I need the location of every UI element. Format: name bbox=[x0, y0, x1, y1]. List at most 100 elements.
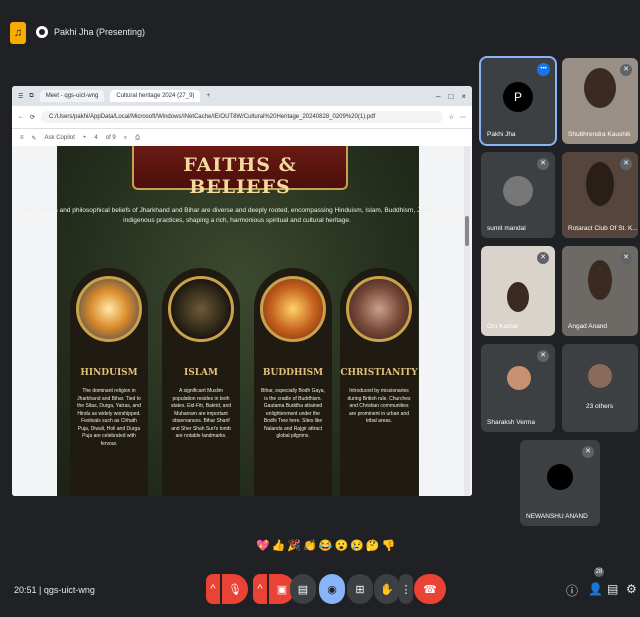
app-logo-icon: ♫ bbox=[10, 22, 26, 44]
others-count: 23 others bbox=[586, 403, 614, 410]
card-title: ISLAM bbox=[184, 368, 218, 378]
shared-screen: ☰ ⧉ Meet - qgs-uict-wng Cultural heritag… bbox=[12, 86, 472, 496]
more-options-button[interactable]: ⋮ bbox=[399, 574, 413, 604]
save-icon[interactable]: ⎙ bbox=[135, 135, 140, 142]
browser-menu-icon[interactable]: ☰ bbox=[18, 93, 23, 100]
page-count: of 9 bbox=[105, 135, 116, 141]
clap-reaction-icon[interactable]: 👏 bbox=[303, 539, 317, 552]
screen-share-button[interactable]: ⊞ bbox=[347, 574, 373, 604]
om-icon bbox=[76, 276, 142, 342]
video-feed bbox=[586, 162, 614, 206]
participant-name: sumit mandal bbox=[487, 225, 526, 232]
thinking-reaction-icon[interactable]: 🤔 bbox=[366, 539, 380, 552]
participant-name: Sharaksh Verma bbox=[487, 419, 536, 426]
camera-options-chevron[interactable]: ^ bbox=[253, 574, 267, 604]
thumbs-up-reaction-icon[interactable]: 👍 bbox=[272, 539, 286, 552]
browser-tab-strip: ☰ ⧉ Meet - qgs-uict-wng Cultural heritag… bbox=[12, 86, 472, 106]
mic-off-icon: ✕ bbox=[582, 446, 594, 458]
laugh-reaction-icon[interactable]: 😂 bbox=[319, 539, 333, 552]
mic-off-icon: ✕ bbox=[620, 252, 632, 264]
mosque-lamp-icon bbox=[168, 276, 234, 342]
people-icon[interactable]: 👤 bbox=[588, 582, 603, 596]
maximize-icon[interactable]: □ bbox=[448, 92, 453, 101]
mic-options-chevron[interactable]: ^ bbox=[206, 574, 220, 604]
participant-tile[interactable]: ✕ Angad Anand bbox=[562, 246, 638, 336]
surprised-reaction-icon[interactable]: 😮 bbox=[335, 539, 349, 552]
video-feed bbox=[584, 68, 616, 108]
mic-toggle-button[interactable]: 🎙 bbox=[222, 574, 248, 604]
info-icon[interactable]: ⓘ bbox=[566, 582, 578, 599]
sad-reaction-icon[interactable]: 😢 bbox=[350, 539, 364, 552]
more-options-icon[interactable]: ••• bbox=[537, 63, 550, 76]
avatar bbox=[547, 464, 573, 490]
contents-icon[interactable]: ≡ bbox=[20, 135, 24, 141]
refresh-icon[interactable]: ⟳ bbox=[30, 114, 35, 121]
cross-icon bbox=[346, 276, 412, 342]
pdf-scroll-thumb[interactable] bbox=[465, 216, 469, 246]
participant-name: Rotaract Club Of St. K... bbox=[568, 225, 638, 232]
presenting-chip[interactable]: Pakhi Jha (Presenting) bbox=[36, 24, 145, 40]
page-number-field[interactable]: 4 bbox=[94, 135, 97, 141]
separator: | bbox=[39, 585, 42, 595]
address-bar[interactable]: C:/Users/pakhi/AppData/Local/Microsoft/W… bbox=[41, 111, 443, 123]
participant-name: Angad Anand bbox=[568, 323, 608, 330]
video-feed bbox=[507, 282, 529, 312]
party-reaction-icon[interactable]: 🎉 bbox=[287, 539, 301, 552]
participant-name: Pakhi Jha bbox=[487, 131, 516, 138]
minimize-icon[interactable]: – bbox=[436, 92, 440, 101]
present-button[interactable]: ◉ bbox=[319, 574, 345, 604]
card-text: The dominant religion in Jharkhand and B… bbox=[77, 388, 141, 447]
participant-tile[interactable]: ✕ Om Kumar bbox=[481, 246, 555, 336]
participant-name: NEWANSHU ANAND bbox=[526, 513, 588, 520]
slide: FAITHS & BELIEFS The religious and philo… bbox=[21, 146, 453, 496]
participant-tile[interactable]: ✕ Shubhrendra Kaushik bbox=[562, 58, 638, 144]
clock-time: 20:51 bbox=[14, 585, 37, 595]
avatar bbox=[503, 176, 533, 206]
card-buddhism: BUDDHISM Bihar, especially Bodh Gaya, is… bbox=[254, 268, 332, 496]
participant-name: Shubhrendra Kaushik bbox=[568, 131, 631, 138]
video-feed bbox=[588, 260, 612, 300]
captions-button[interactable]: ▤ bbox=[290, 574, 316, 604]
card-hinduism: HINDUISM The dominant religion in Jharkh… bbox=[70, 268, 148, 496]
draw-icon[interactable]: ✎ bbox=[32, 135, 37, 142]
zoom-in-button[interactable]: + bbox=[83, 135, 87, 141]
browser-tab-actions-icon[interactable]: ⧉ bbox=[29, 93, 33, 100]
window-controls: – □ × bbox=[436, 92, 466, 101]
browser-tab-meet[interactable]: Meet - qgs-uict-wng bbox=[39, 90, 105, 102]
participant-tile[interactable]: ✕ NEWANSHU ANAND bbox=[520, 440, 600, 526]
back-icon[interactable]: ← bbox=[18, 114, 24, 120]
participant-tile[interactable]: 23 others bbox=[562, 344, 638, 432]
reaction-bar: 💖 👍 🎉 👏 😂 😮 😢 🤔 👎 bbox=[256, 539, 395, 552]
mic-off-icon: ✕ bbox=[537, 158, 549, 170]
presenting-label: Pakhi Jha (Presenting) bbox=[54, 27, 146, 37]
avatar bbox=[507, 366, 531, 390]
slide-intro: The religious and philosophical beliefs … bbox=[20, 207, 454, 224]
participant-tile[interactable]: P ••• Pakhi Jha bbox=[479, 56, 557, 146]
search-icon[interactable]: ⌕ bbox=[124, 135, 127, 142]
pdf-viewer: FAITHS & BELIEFS The religious and philo… bbox=[12, 146, 472, 496]
buddha-icon bbox=[260, 276, 326, 342]
card-title: HINDUISM bbox=[80, 368, 138, 378]
extensions-icon[interactable]: ⋯ bbox=[460, 114, 466, 121]
participant-name: Om Kumar bbox=[487, 323, 519, 330]
address-bar-row: ← ⟳ C:/Users/pakhi/AppData/Local/Microso… bbox=[12, 106, 472, 129]
chat-icon[interactable]: ▤ bbox=[607, 582, 618, 596]
present-icon bbox=[36, 26, 48, 38]
card-text: A significant Muslim population resides … bbox=[170, 388, 232, 439]
close-window-icon[interactable]: × bbox=[461, 92, 466, 101]
participant-tile[interactable]: ✕ sumit mandal bbox=[481, 152, 555, 238]
card-title: BUDDHISM bbox=[262, 368, 324, 378]
heart-reaction-icon[interactable]: 💖 bbox=[256, 539, 270, 552]
thumbs-down-reaction-icon[interactable]: 👎 bbox=[382, 539, 396, 552]
favorite-icon[interactable]: ☆ bbox=[449, 114, 454, 121]
ask-copilot-button[interactable]: Ask Copilot bbox=[45, 135, 75, 141]
participant-tile[interactable]: ✕ Sharaksh Verma bbox=[481, 344, 555, 432]
pdf-scrollbar[interactable] bbox=[464, 146, 470, 496]
raise-hand-button[interactable]: ✋ bbox=[374, 574, 400, 604]
browser-tab-pdf[interactable]: Cultural heritage 2024 (27_9) bbox=[110, 90, 201, 102]
participant-tile[interactable]: ✕ Rotaract Club Of St. K... bbox=[562, 152, 638, 238]
leave-call-button[interactable]: ☎ bbox=[414, 574, 446, 604]
new-tab-icon[interactable]: + bbox=[206, 93, 210, 99]
activities-icon[interactable]: ⚙ bbox=[626, 582, 637, 596]
people-badge: 28 bbox=[594, 567, 604, 577]
